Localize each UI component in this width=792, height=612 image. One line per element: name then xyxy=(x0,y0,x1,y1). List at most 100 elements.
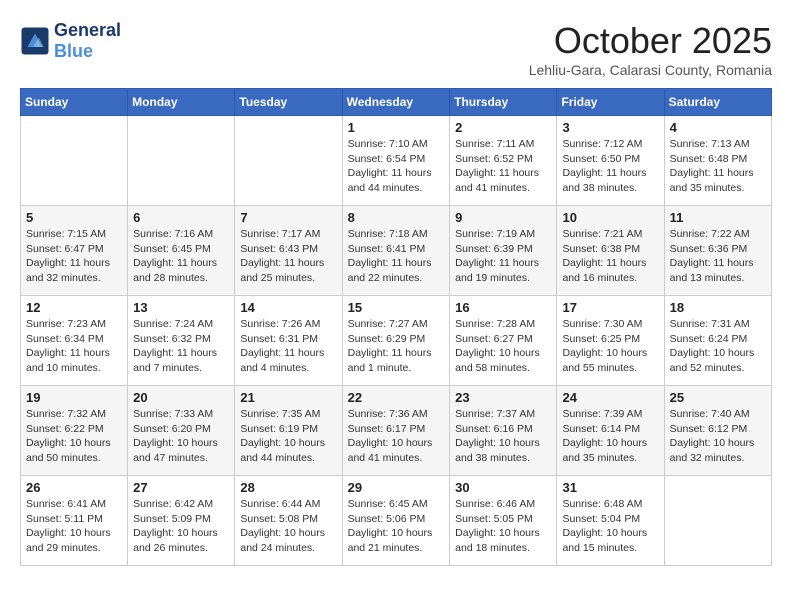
empty-day-cell xyxy=(235,116,342,206)
column-header-monday: Monday xyxy=(128,89,235,116)
day-number: 19 xyxy=(26,390,122,405)
day-info: Sunrise: 7:33 AM Sunset: 6:20 PM Dayligh… xyxy=(133,407,229,466)
column-header-saturday: Saturday xyxy=(664,89,771,116)
day-info: Sunrise: 7:24 AM Sunset: 6:32 PM Dayligh… xyxy=(133,317,229,376)
day-number: 11 xyxy=(670,210,766,225)
calendar-day-14: 14 Sunrise: 7:26 AM Sunset: 6:31 PM Dayli… xyxy=(235,296,342,386)
day-info: Sunrise: 7:35 AM Sunset: 6:19 PM Dayligh… xyxy=(240,407,336,466)
day-info: Sunrise: 7:32 AM Sunset: 6:22 PM Dayligh… xyxy=(26,407,122,466)
day-number: 12 xyxy=(26,300,122,315)
day-number: 27 xyxy=(133,480,229,495)
calendar: SundayMondayTuesdayWednesdayThursdayFrid… xyxy=(20,88,772,566)
calendar-day-8: 8 Sunrise: 7:18 AM Sunset: 6:41 PM Daylig… xyxy=(342,206,450,296)
calendar-day-16: 16 Sunrise: 7:28 AM Sunset: 6:27 PM Dayli… xyxy=(450,296,557,386)
day-number: 23 xyxy=(455,390,551,405)
calendar-day-7: 7 Sunrise: 7:17 AM Sunset: 6:43 PM Daylig… xyxy=(235,206,342,296)
day-info: Sunrise: 7:30 AM Sunset: 6:25 PM Dayligh… xyxy=(562,317,658,376)
empty-day-cell xyxy=(128,116,235,206)
calendar-header-row: SundayMondayTuesdayWednesdayThursdayFrid… xyxy=(21,89,772,116)
calendar-week-row: 5Sunrise: 7:15 AM Sunset: 6:47 PM Daylig… xyxy=(21,206,772,296)
calendar-week-row: 1 Sunrise: 7:10 AM Sunset: 6:54 PM Daylig… xyxy=(21,116,772,206)
day-info: Sunrise: 7:16 AM Sunset: 6:45 PM Dayligh… xyxy=(133,227,229,286)
day-number: 21 xyxy=(240,390,336,405)
calendar-day-29: 29Sunrise: 6:45 AM Sunset: 5:06 PM Dayli… xyxy=(342,476,450,566)
day-info: Sunrise: 7:27 AM Sunset: 6:29 PM Dayligh… xyxy=(348,317,445,376)
day-info: Sunrise: 7:10 AM Sunset: 6:54 PM Dayligh… xyxy=(348,137,445,196)
day-number: 1 xyxy=(348,120,445,135)
calendar-day-3: 3Sunrise: 7:12 AM Sunset: 6:50 PM Daylig… xyxy=(557,116,664,206)
day-info: Sunrise: 6:46 AM Sunset: 5:05 PM Dayligh… xyxy=(455,497,551,556)
day-number: 15 xyxy=(348,300,445,315)
day-number: 17 xyxy=(562,300,658,315)
calendar-day-27: 27 Sunrise: 6:42 AM Sunset: 5:09 PM Dayli… xyxy=(128,476,235,566)
day-number: 8 xyxy=(348,210,445,225)
day-info: Sunrise: 7:17 AM Sunset: 6:43 PM Dayligh… xyxy=(240,227,336,286)
calendar-week-row: 26 Sunrise: 6:41 AM Sunset: 5:11 PM Dayli… xyxy=(21,476,772,566)
calendar-day-15: 15 Sunrise: 7:27 AM Sunset: 6:29 PM Dayli… xyxy=(342,296,450,386)
day-number: 30 xyxy=(455,480,551,495)
day-info: Sunrise: 7:26 AM Sunset: 6:31 PM Dayligh… xyxy=(240,317,336,376)
column-header-wednesday: Wednesday xyxy=(342,89,450,116)
calendar-day-24: 24 Sunrise: 7:39 AM Sunset: 6:14 PM Dayli… xyxy=(557,386,664,476)
day-info: Sunrise: 7:28 AM Sunset: 6:27 PM Dayligh… xyxy=(455,317,551,376)
day-info: Sunrise: 7:21 AM Sunset: 6:38 PM Dayligh… xyxy=(562,227,658,286)
calendar-day-12: 12 Sunrise: 7:23 AM Sunset: 6:34 PM Dayli… xyxy=(21,296,128,386)
title-area: October 2025 Lehliu-Gara, Calarasi Count… xyxy=(529,20,772,78)
day-number: 26 xyxy=(26,480,122,495)
month-title: October 2025 xyxy=(529,20,772,62)
column-header-tuesday: Tuesday xyxy=(235,89,342,116)
day-number: 29 xyxy=(348,480,445,495)
day-number: 10 xyxy=(562,210,658,225)
header: General Blue October 2025 Lehliu-Gara, C… xyxy=(20,20,772,78)
empty-day-cell xyxy=(664,476,771,566)
day-info: Sunrise: 7:19 AM Sunset: 6:39 PM Dayligh… xyxy=(455,227,551,286)
day-info: Sunrise: 6:42 AM Sunset: 5:09 PM Dayligh… xyxy=(133,497,229,556)
calendar-day-11: 11Sunrise: 7:22 AM Sunset: 6:36 PM Dayli… xyxy=(664,206,771,296)
day-number: 13 xyxy=(133,300,229,315)
calendar-day-31: 31Sunrise: 6:48 AM Sunset: 5:04 PM Dayli… xyxy=(557,476,664,566)
calendar-day-21: 21 Sunrise: 7:35 AM Sunset: 6:19 PM Dayli… xyxy=(235,386,342,476)
day-info: Sunrise: 7:12 AM Sunset: 6:50 PM Dayligh… xyxy=(562,137,658,196)
logo: General Blue xyxy=(20,20,121,62)
calendar-day-26: 26 Sunrise: 6:41 AM Sunset: 5:11 PM Dayli… xyxy=(21,476,128,566)
calendar-day-20: 20 Sunrise: 7:33 AM Sunset: 6:20 PM Dayli… xyxy=(128,386,235,476)
day-info: Sunrise: 6:44 AM Sunset: 5:08 PM Dayligh… xyxy=(240,497,336,556)
day-info: Sunrise: 6:41 AM Sunset: 5:11 PM Dayligh… xyxy=(26,497,122,556)
column-header-friday: Friday xyxy=(557,89,664,116)
day-info: Sunrise: 7:31 AM Sunset: 6:24 PM Dayligh… xyxy=(670,317,766,376)
day-number: 5 xyxy=(26,210,122,225)
calendar-day-1: 1 Sunrise: 7:10 AM Sunset: 6:54 PM Daylig… xyxy=(342,116,450,206)
calendar-day-22: 22Sunrise: 7:36 AM Sunset: 6:17 PM Dayli… xyxy=(342,386,450,476)
calendar-day-4: 4Sunrise: 7:13 AM Sunset: 6:48 PM Daylig… xyxy=(664,116,771,206)
day-number: 16 xyxy=(455,300,551,315)
day-info: Sunrise: 7:23 AM Sunset: 6:34 PM Dayligh… xyxy=(26,317,122,376)
calendar-day-9: 9Sunrise: 7:19 AM Sunset: 6:39 PM Daylig… xyxy=(450,206,557,296)
day-info: Sunrise: 7:40 AM Sunset: 6:12 PM Dayligh… xyxy=(670,407,766,466)
calendar-day-28: 28 Sunrise: 6:44 AM Sunset: 5:08 PM Dayli… xyxy=(235,476,342,566)
subtitle: Lehliu-Gara, Calarasi County, Romania xyxy=(529,62,772,78)
day-number: 6 xyxy=(133,210,229,225)
logo-text: General Blue xyxy=(54,20,121,62)
day-number: 25 xyxy=(670,390,766,405)
calendar-day-13: 13 Sunrise: 7:24 AM Sunset: 6:32 PM Dayli… xyxy=(128,296,235,386)
day-number: 14 xyxy=(240,300,336,315)
calendar-day-30: 30 Sunrise: 6:46 AM Sunset: 5:05 PM Dayli… xyxy=(450,476,557,566)
calendar-day-6: 6 Sunrise: 7:16 AM Sunset: 6:45 PM Daylig… xyxy=(128,206,235,296)
day-number: 4 xyxy=(670,120,766,135)
day-number: 20 xyxy=(133,390,229,405)
empty-day-cell xyxy=(21,116,128,206)
calendar-day-5: 5Sunrise: 7:15 AM Sunset: 6:47 PM Daylig… xyxy=(21,206,128,296)
day-info: Sunrise: 7:36 AM Sunset: 6:17 PM Dayligh… xyxy=(348,407,445,466)
day-number: 7 xyxy=(240,210,336,225)
calendar-day-2: 2Sunrise: 7:11 AM Sunset: 6:52 PM Daylig… xyxy=(450,116,557,206)
day-number: 24 xyxy=(562,390,658,405)
day-info: Sunrise: 7:39 AM Sunset: 6:14 PM Dayligh… xyxy=(562,407,658,466)
day-info: Sunrise: 7:18 AM Sunset: 6:41 PM Dayligh… xyxy=(348,227,445,286)
calendar-week-row: 19 Sunrise: 7:32 AM Sunset: 6:22 PM Dayli… xyxy=(21,386,772,476)
logo-icon xyxy=(20,26,50,56)
column-header-sunday: Sunday xyxy=(21,89,128,116)
calendar-day-10: 10 Sunrise: 7:21 AM Sunset: 6:38 PM Dayli… xyxy=(557,206,664,296)
day-number: 28 xyxy=(240,480,336,495)
calendar-day-19: 19 Sunrise: 7:32 AM Sunset: 6:22 PM Dayli… xyxy=(21,386,128,476)
calendar-day-23: 23Sunrise: 7:37 AM Sunset: 6:16 PM Dayli… xyxy=(450,386,557,476)
